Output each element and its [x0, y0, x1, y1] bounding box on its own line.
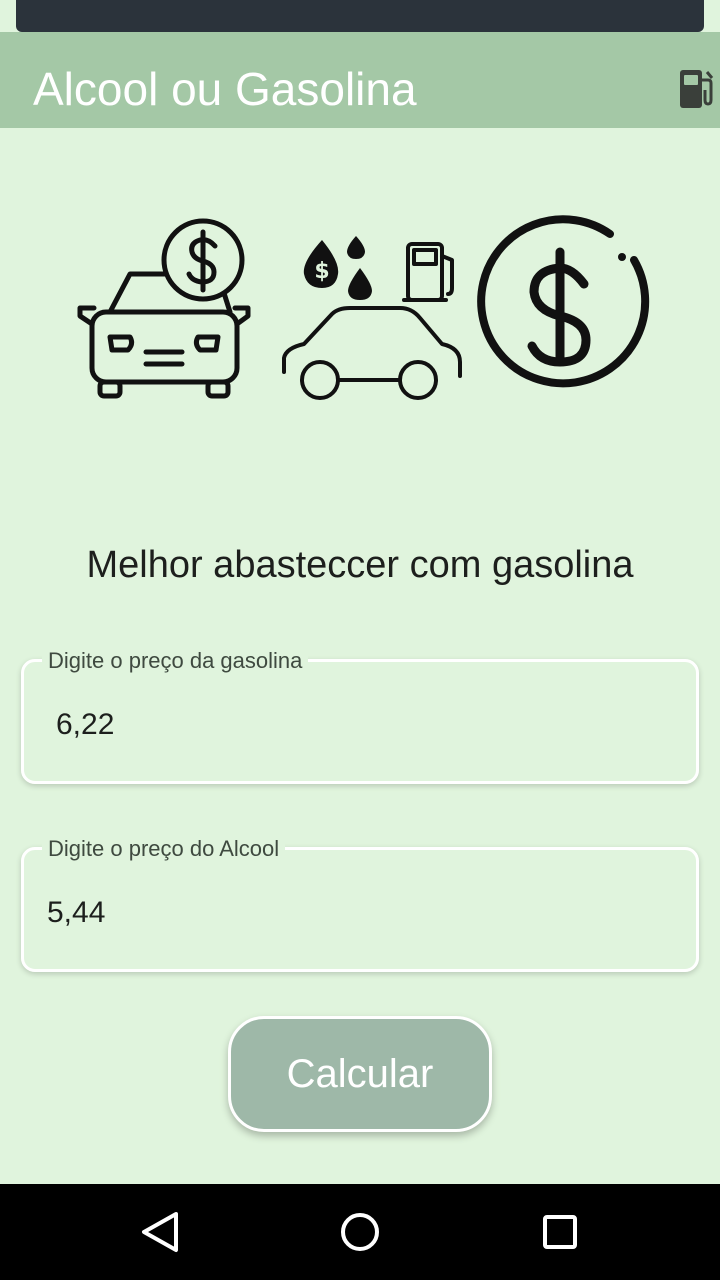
- alcohol-price-field[interactable]: Digite o preço do Alcool 5,44: [21, 836, 699, 972]
- recents-icon[interactable]: [532, 1204, 588, 1260]
- system-navbar: [0, 1184, 720, 1280]
- alcohol-price-value[interactable]: 5,44: [47, 896, 105, 930]
- fuel-pump-icon[interactable]: [674, 64, 718, 112]
- gasoline-price-value[interactable]: 6,22: [56, 708, 114, 742]
- back-icon[interactable]: [132, 1204, 188, 1260]
- app-bar: Alcool ou Gasolina: [0, 32, 720, 128]
- app-title: Alcool ou Gasolina: [33, 63, 417, 115]
- calculate-button[interactable]: Calcular: [228, 1016, 492, 1132]
- alcohol-price-label: Digite o preço do Alcool: [42, 836, 286, 862]
- fuel-cost-illustration: $: [77, 215, 650, 400]
- svg-text:$: $: [314, 259, 329, 284]
- home-icon[interactable]: [332, 1204, 388, 1260]
- car-fuel-drops-icon: $: [282, 236, 462, 400]
- dollar-circle-icon: [477, 215, 650, 388]
- status-bar: [16, 0, 704, 32]
- gasoline-price-field[interactable]: Digite o preço da gasolina 6,22: [21, 648, 699, 784]
- gasoline-price-label: Digite o preço da gasolina: [42, 648, 309, 674]
- car-dollar-icon: [77, 218, 251, 399]
- result-message: Melhor abasteccer com gasolina: [86, 544, 634, 586]
